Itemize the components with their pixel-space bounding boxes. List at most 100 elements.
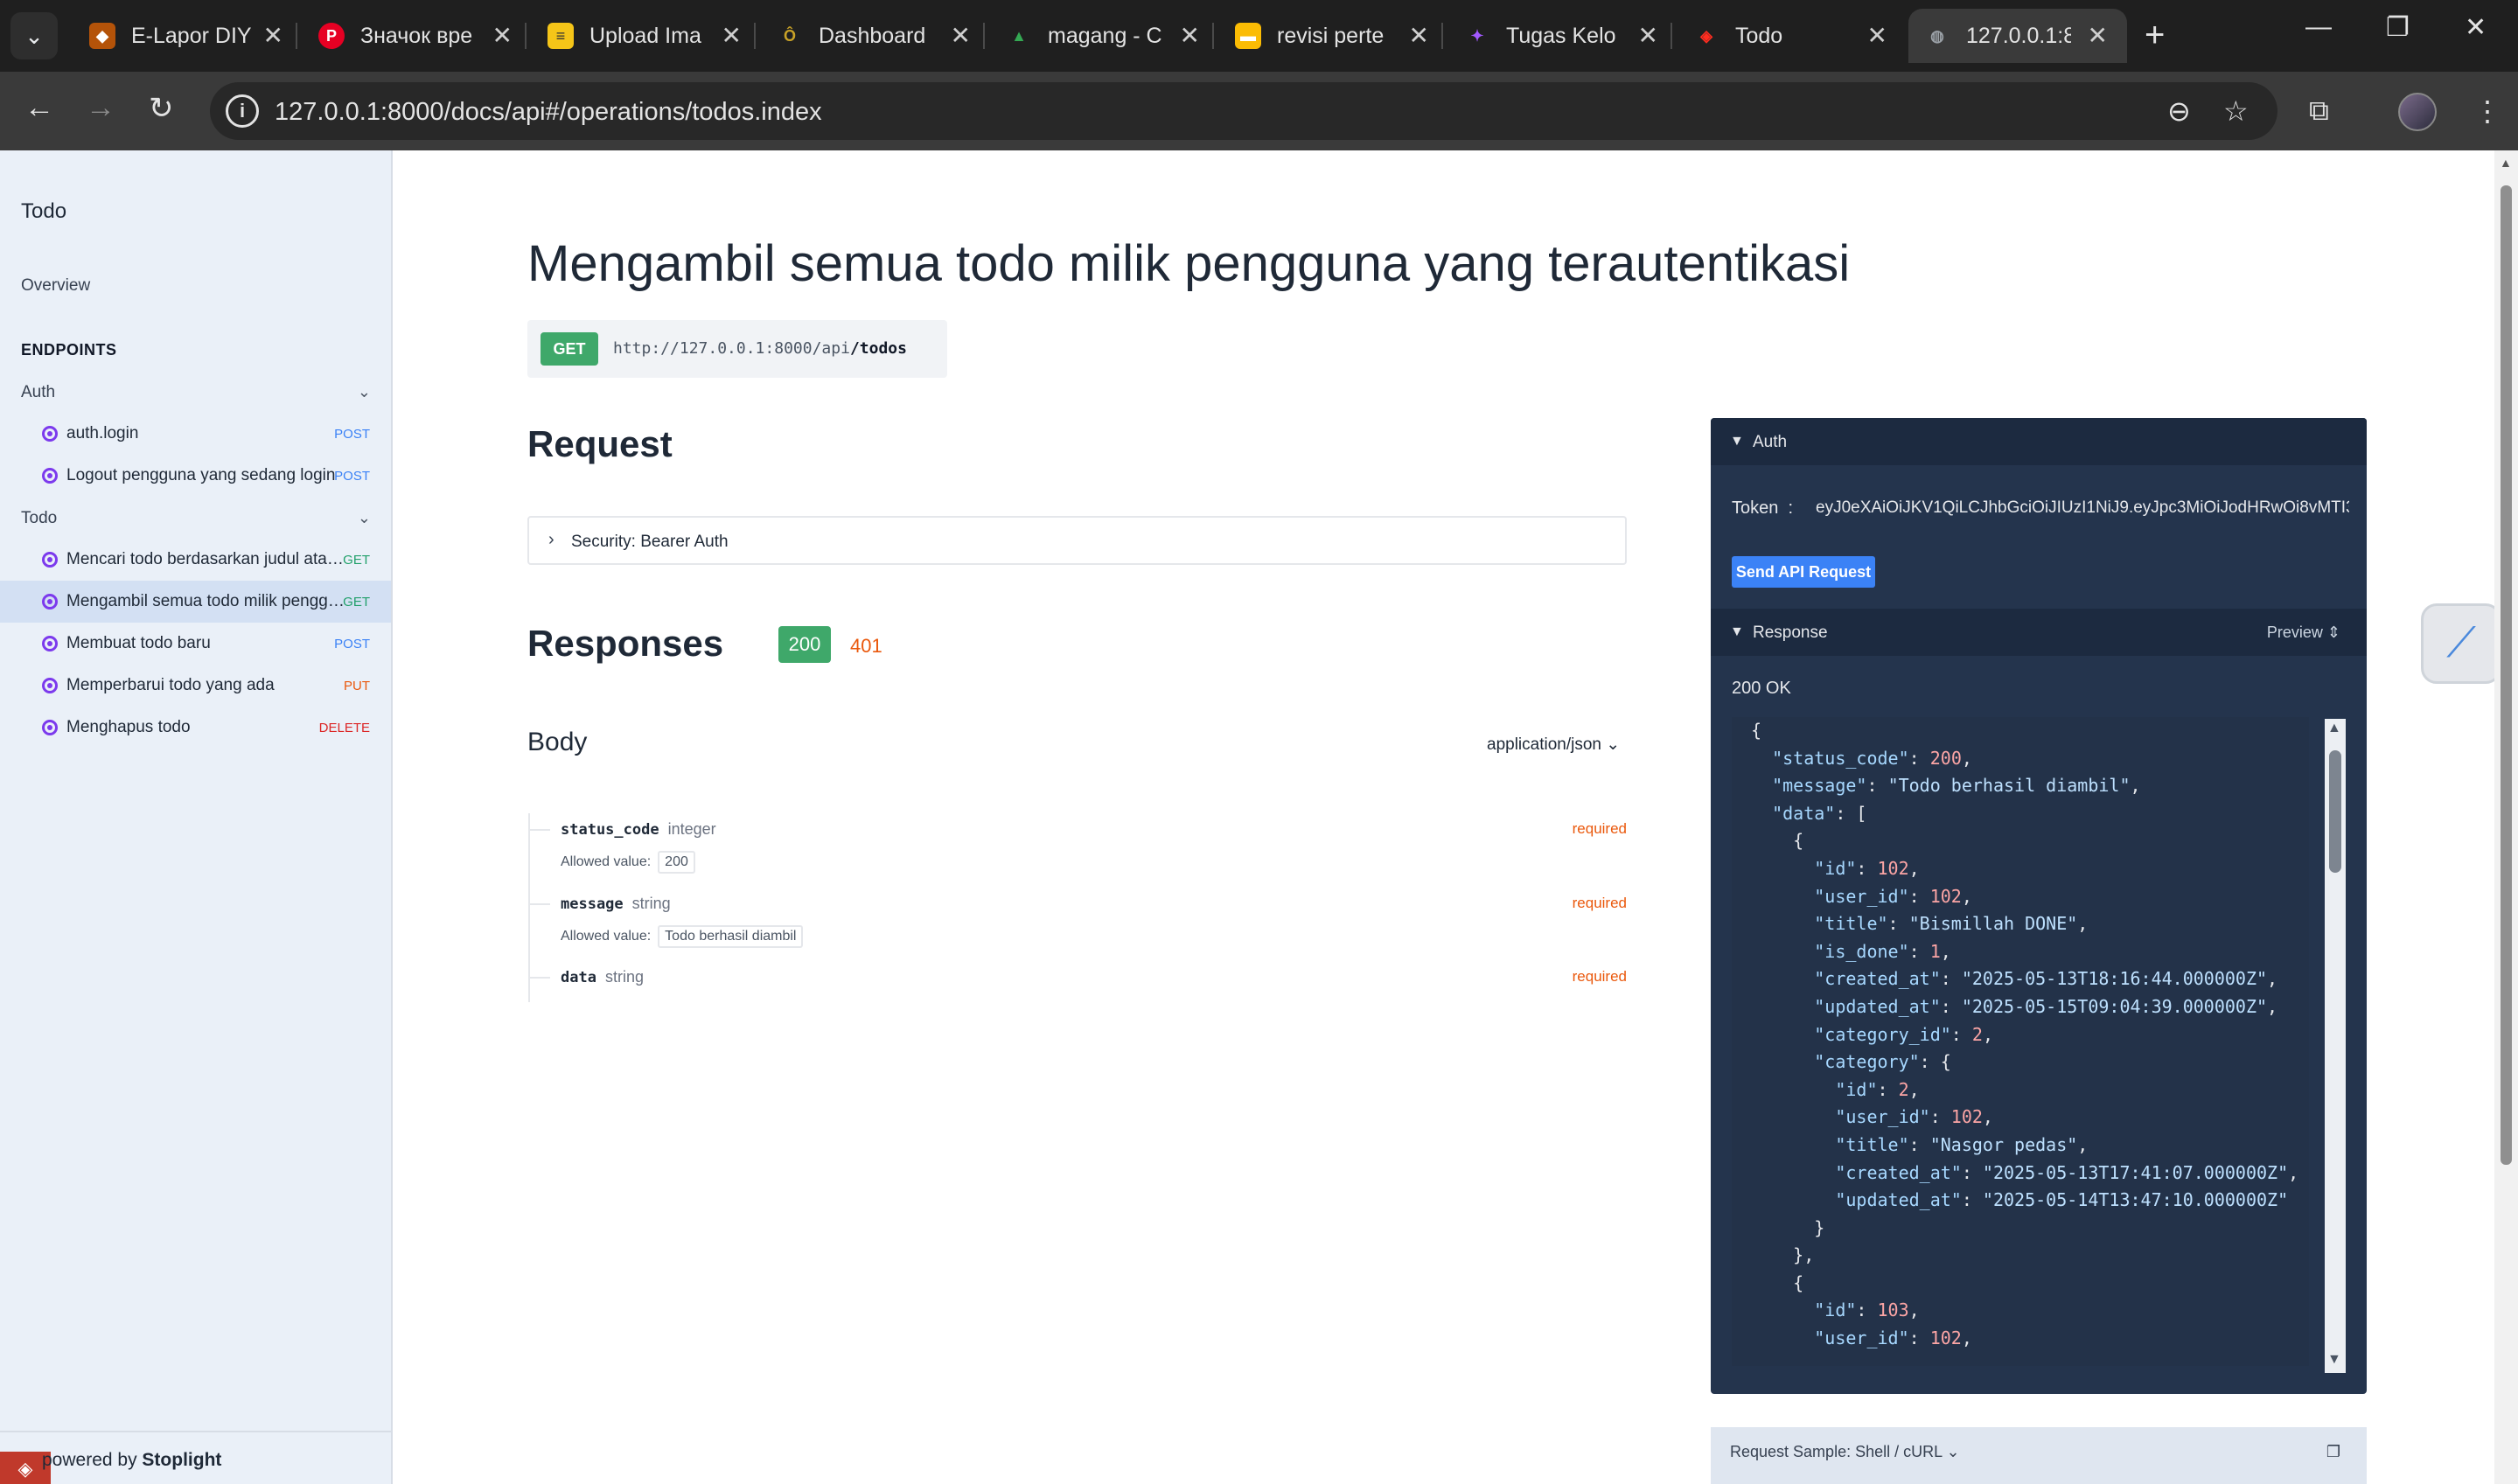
- tab-title: Dashboard: [819, 23, 926, 48]
- response-status: 200 OK: [1732, 679, 1791, 698]
- browser-tab-bar: ⌄ ◆ E-Lapor DIY ✕ P Значок вре ✕ ≡ Uploa…: [0, 0, 2518, 72]
- required-label: required: [1572, 968, 1627, 985]
- tab-upload-image[interactable]: ≡ Upload Ima ✕: [532, 9, 761, 63]
- operation-icon: [42, 678, 58, 693]
- json-line: "data": [: [1772, 802, 1867, 824]
- arrow-right-icon[interactable]: →: [86, 91, 115, 125]
- sidebar-item-search-todo[interactable]: Mencari todo berdasarkan judul atau ... …: [0, 539, 391, 581]
- response-section-header[interactable]: ▼ Response Preview ⇕: [1711, 609, 2367, 656]
- tab-dashboard[interactable]: Ô Dashboard ✕: [761, 9, 990, 63]
- copy-icon[interactable]: ❐: [2326, 1443, 2340, 1461]
- json-scrollbar[interactable]: ▲ ▼: [2325, 719, 2346, 1373]
- stoplight-floating-icon[interactable]: ⟋: [2421, 603, 2501, 684]
- json-line: "id": 103,: [1814, 1299, 1920, 1321]
- token-input[interactable]: eyJ0eXAiOiJKV1QiLCJhbGciOiJIUzI1NiJ9.eyJ…: [1816, 498, 2349, 518]
- operation-icon: [42, 594, 58, 610]
- request-sample-label: Request Sample: Shell / cURL ⌄: [1730, 1443, 1960, 1460]
- new-tab-plus-icon[interactable]: +: [2145, 16, 2165, 55]
- json-line: "user_id": 102,: [1814, 1327, 1972, 1349]
- scroll-up-icon[interactable]: ▲: [2327, 721, 2341, 736]
- browser-toolbar: ← → ↻ i 127.0.0.1:8000/docs/api#/operati…: [0, 72, 2518, 150]
- profile-avatar[interactable]: [2398, 93, 2437, 131]
- preview-select[interactable]: Preview ⇕: [2267, 624, 2340, 642]
- sidebar-item-delete-todo[interactable]: Menghapus todo DELETE: [0, 707, 391, 749]
- send-api-request-button[interactable]: Send API Request: [1732, 556, 1875, 588]
- sidebar-item-label: Logout pengguna yang sedang login: [66, 466, 336, 484]
- close-window-icon[interactable]: ✕: [2465, 12, 2487, 43]
- url-text[interactable]: 127.0.0.1:8000/docs/api#/operations/todo…: [275, 98, 822, 127]
- chevron-down-icon[interactable]: ⌄: [358, 383, 371, 401]
- restore-icon[interactable]: ❐: [2386, 12, 2410, 43]
- tab-active-docs[interactable]: ◍ 127.0.0.1:8( ✕: [1908, 9, 2127, 63]
- address-bar[interactable]: i 127.0.0.1:8000/docs/api#/operations/to…: [210, 82, 2277, 140]
- chevron-down-icon: ⌄: [1946, 1443, 1960, 1460]
- response-code-401-tab[interactable]: 401: [850, 635, 882, 658]
- page-title: Mengambil semua todo milik pengguna yang…: [527, 235, 1851, 292]
- page-scrollbar[interactable]: ▲: [2494, 150, 2518, 1484]
- tab-pinterest[interactable]: P Значок вре ✕: [303, 9, 532, 63]
- json-line: "title": "Nasgor pedas",: [1835, 1133, 2089, 1155]
- powered-by-text[interactable]: powered by Stoplight: [42, 1450, 221, 1471]
- zoom-icon[interactable]: ⊖: [2167, 94, 2191, 128]
- tab-favicon-icon: ✦: [1470, 26, 1484, 45]
- auth-section-header[interactable]: ▼ Auth: [1711, 418, 2367, 465]
- scroll-down-icon[interactable]: ▼: [2327, 1352, 2341, 1368]
- arrow-left-icon[interactable]: ←: [24, 91, 54, 125]
- sidebar-item-logout[interactable]: Logout pengguna yang sedang login POST: [0, 455, 391, 497]
- scrollbar-thumb[interactable]: [2501, 185, 2512, 1165]
- tab-close-icon[interactable]: ✕: [1409, 21, 1429, 50]
- response-code-200-tab[interactable]: 200: [778, 626, 831, 663]
- tab-google-slides[interactable]: ▬ revisi perte ✕: [1219, 9, 1448, 63]
- tab-figma[interactable]: ✦ Tugas Kelo ✕: [1448, 9, 1678, 63]
- content-type-select[interactable]: application/json ⌄: [1487, 735, 1620, 755]
- tab-close-icon[interactable]: ✕: [263, 21, 283, 50]
- tab-close-icon[interactable]: ✕: [1867, 21, 1887, 50]
- sidebar-footer[interactable]: ◈ powered by Stoplight: [0, 1431, 391, 1484]
- response-json-viewer[interactable]: { "status_code": 200, "message": "Todo b…: [1732, 717, 2309, 1366]
- tab-favicon-icon: Ô: [783, 26, 796, 45]
- sidebar-item-todos-index[interactable]: Mengambil semua todo milik penggu... GET: [0, 581, 391, 623]
- sidebar-item-auth-login[interactable]: auth.login POST: [0, 413, 391, 455]
- tab-close-icon[interactable]: ✕: [2088, 21, 2108, 50]
- tab-title: E-Lapor DIY: [131, 23, 252, 48]
- puzzle-icon[interactable]: ⧉: [2309, 94, 2329, 128]
- tab-search-chevron-down-icon[interactable]: ⌄: [10, 12, 58, 59]
- minimize-icon[interactable]: —: [2305, 12, 2332, 42]
- scrollbar-thumb[interactable]: [2329, 750, 2341, 873]
- sidebar-group-todo[interactable]: Todo ⌄: [21, 509, 371, 528]
- scroll-up-icon[interactable]: ▲: [2500, 156, 2512, 170]
- tab-e-lapor[interactable]: ◆ E-Lapor DIY ✕: [73, 9, 303, 63]
- json-line: "title": "Bismillah DONE",: [1814, 913, 2089, 935]
- endpoint-path[interactable]: http://127.0.0.1:8000/api/todos: [613, 339, 907, 358]
- tab-close-icon[interactable]: ✕: [722, 21, 742, 50]
- body-heading: Body: [527, 728, 588, 756]
- info-icon[interactable]: i: [226, 94, 259, 128]
- security-accordion[interactable]: › Security: Bearer Auth: [527, 516, 1627, 565]
- sidebar-group-auth[interactable]: Auth ⌄: [21, 383, 371, 402]
- operation-icon: [42, 426, 58, 442]
- sidebar-title[interactable]: Todo: [21, 199, 66, 224]
- tab-title: Upload Ima: [589, 23, 701, 48]
- sidebar-item-overview[interactable]: Overview: [21, 276, 90, 296]
- tab-favicon-icon: P: [318, 23, 345, 49]
- sidebar-item-update-todo[interactable]: Memperbarui todo yang ada PUT: [0, 665, 391, 707]
- schema-property-status-code: status_code integer required Allowed valu…: [529, 820, 1627, 874]
- tab-close-icon[interactable]: ✕: [1638, 21, 1658, 50]
- kebab-menu-icon[interactable]: ⋮: [2473, 94, 2501, 128]
- request-sample-header[interactable]: Request Sample: Shell / cURL ⌄ ❐: [1711, 1427, 2367, 1484]
- chevron-down-icon[interactable]: ⌄: [358, 509, 371, 527]
- sidebar-item-create-todo[interactable]: Membuat todo baru POST: [0, 623, 391, 665]
- reload-icon[interactable]: ↻: [149, 91, 174, 126]
- tab-close-icon[interactable]: ✕: [492, 21, 513, 50]
- tab-google-drive[interactable]: ▲ magang - C ✕: [990, 9, 1219, 63]
- json-line: "id": 102,: [1814, 857, 1920, 879]
- tab-close-icon[interactable]: ✕: [951, 21, 971, 50]
- endpoint-url[interactable]: GET http://127.0.0.1:8000/api/todos: [527, 320, 947, 378]
- auth-label: Auth: [1753, 433, 1788, 451]
- json-line: "id": 2,: [1835, 1078, 1920, 1100]
- tab-close-icon[interactable]: ✕: [1180, 21, 1200, 50]
- caret-down-icon: ▼: [1730, 624, 1744, 639]
- star-icon[interactable]: ☆: [2223, 94, 2249, 128]
- tab-todo[interactable]: ◈ Todo ✕: [1678, 9, 1907, 63]
- tab-title: revisi perte: [1277, 23, 1385, 48]
